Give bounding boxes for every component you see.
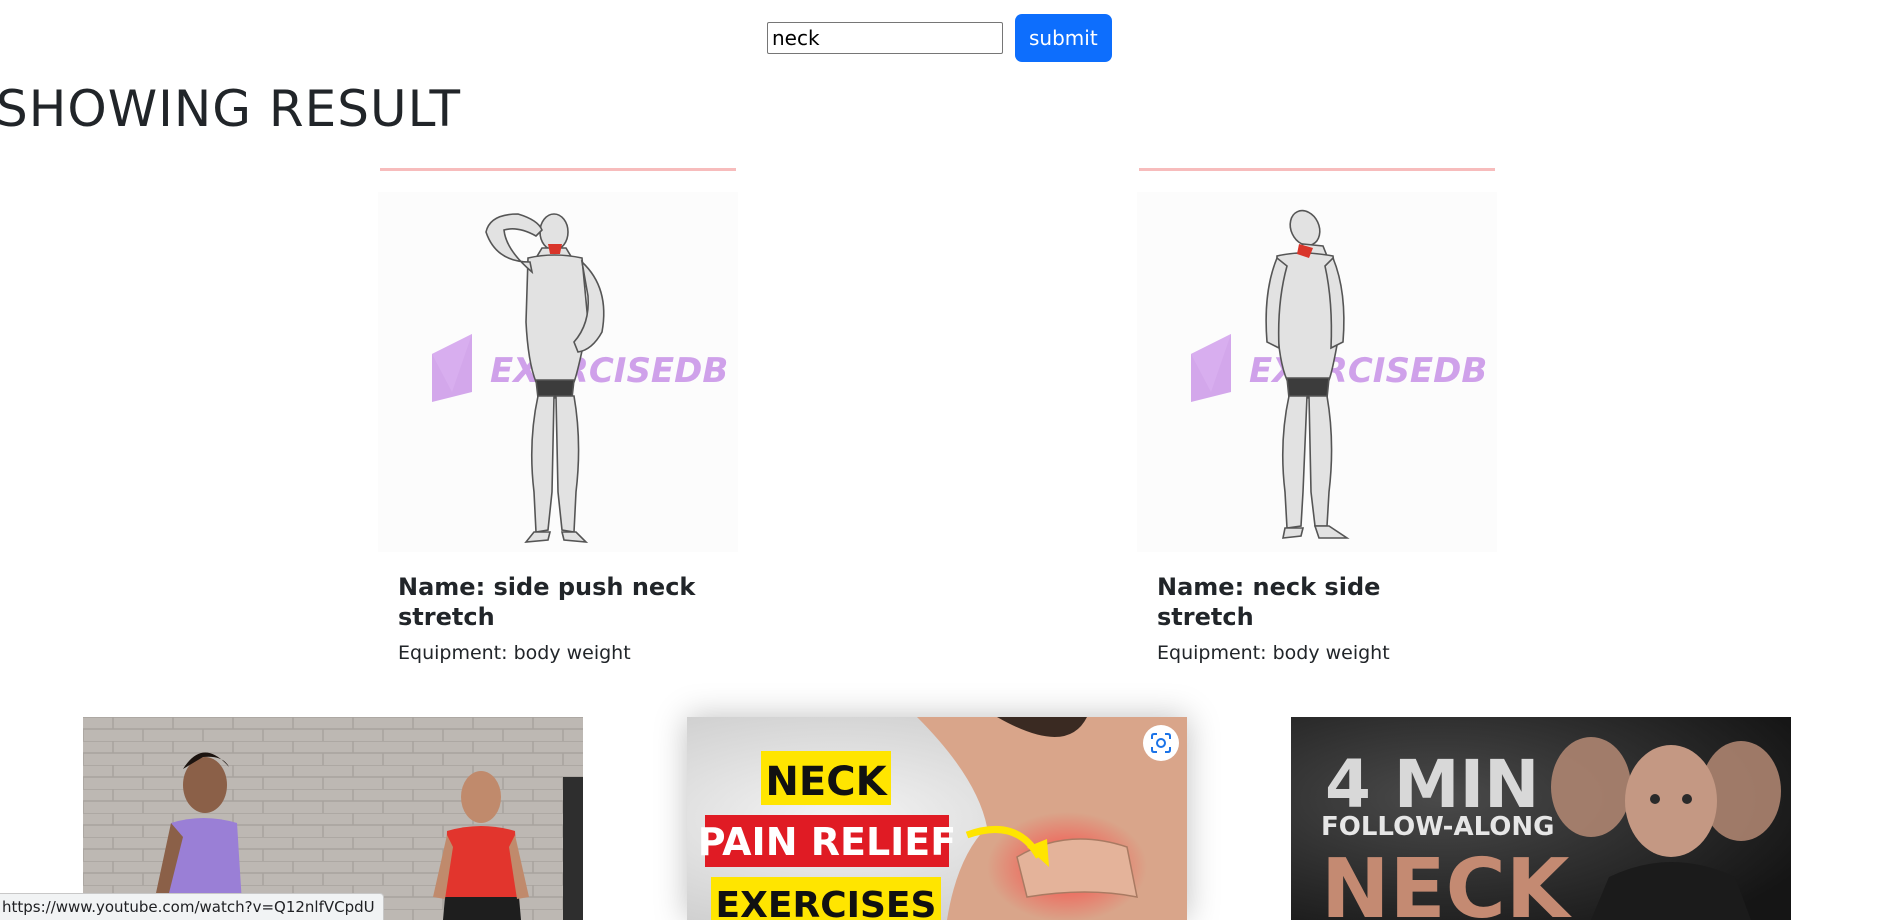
exercise-image: EXERCISEDB — [1137, 192, 1497, 552]
card-divider — [380, 168, 736, 171]
card-body: Name: neck side stretch Equipment: body … — [1157, 572, 1477, 664]
page-title: SHOWING RESULT — [0, 80, 462, 138]
exercise-equipment: Equipment: body weight — [1157, 642, 1390, 664]
page: submit SHOWING RESULT EXERCISEDB — [0, 0, 1880, 920]
exercise-equipment: Equipment: body weight — [398, 642, 631, 664]
submit-button[interactable]: submit — [1015, 14, 1112, 62]
exercise-name: Name: neck side stretch — [1157, 573, 1381, 631]
target-muscle-highlight — [548, 244, 562, 254]
video-title-line: FOLLOW-ALONG — [1321, 812, 1554, 842]
video-thumbnail[interactable] — [83, 717, 583, 920]
exercise-image: EXERCISEDB — [378, 192, 738, 552]
video-title-line: EXERCISES — [716, 885, 937, 920]
card-body: Name: side push neck stretch Equipment: … — [398, 572, 718, 664]
video-thumbnail-image — [83, 717, 583, 920]
search-form: submit — [767, 14, 1112, 62]
video-thumbnail-image: 4 MIN FOLLOW-ALONG NECK — [1291, 717, 1791, 920]
video-thumbnail[interactable]: NECK PAIN RELIEF EXERCISES — [687, 717, 1187, 920]
video-title-line: NECK — [1321, 842, 1573, 920]
exercise-card[interactable]: EXERCISEDB — [1137, 168, 1497, 664]
lens-search-icon — [1151, 733, 1171, 753]
video-thumbnail-image: NECK PAIN RELIEF EXERCISES — [687, 717, 1187, 920]
status-bar-url: https://www.youtube.com/watch?v=Q12nlfVC… — [0, 893, 384, 920]
watermark-text: EXERCISEDB — [490, 351, 728, 391]
video-title-line: PAIN RELIEF — [698, 820, 956, 864]
exercise-card[interactable]: EXERCISEDB — [378, 168, 738, 692]
exercise-name: Name: side push neck stretch — [398, 573, 696, 631]
search-input[interactable] — [767, 22, 1003, 54]
video-title-line: NECK — [765, 759, 888, 805]
video-thumbnail[interactable]: 4 MIN FOLLOW-ALONG NECK — [1291, 717, 1791, 920]
google-lens-button[interactable] — [1143, 725, 1179, 761]
card-divider — [1139, 168, 1495, 171]
